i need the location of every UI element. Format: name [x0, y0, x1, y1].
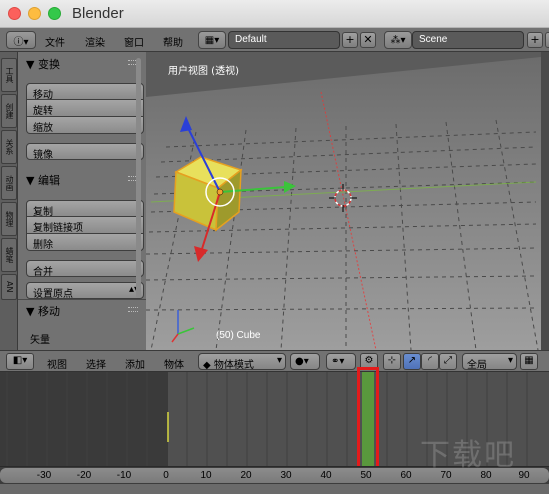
tick-label: 40	[320, 470, 332, 481]
translate-button[interactable]: 移动	[26, 83, 144, 101]
collapse-arrow-icon: ▼	[26, 305, 35, 318]
menu-select[interactable]: 选择	[86, 356, 106, 371]
collapse-arrow-icon: ▼	[26, 58, 35, 71]
mirror-button[interactable]: 镜像	[26, 143, 144, 161]
3d-viewport[interactable]: 用户视图 (透视) (50) Cube	[146, 52, 541, 350]
solid-shading-icon: ●▾	[295, 356, 309, 367]
tab-physics[interactable]: 物理	[1, 202, 17, 236]
menu-add[interactable]: 添加	[125, 356, 145, 371]
editor-type-button[interactable]: ◧▾	[6, 353, 34, 370]
scale-button[interactable]: 缩放	[26, 117, 144, 134]
layout-field[interactable]: Default	[228, 31, 340, 49]
pivot-dropdown[interactable]: ⚭▾	[326, 353, 356, 370]
screen-layout-button[interactable]: ▦▾	[198, 31, 226, 49]
section-edit[interactable]: ▼ 编辑	[22, 170, 144, 188]
cube-editor-icon: ◧▾	[12, 355, 28, 366]
section-title: 变换	[37, 58, 60, 71]
window-titlebar: Blender	[0, 0, 549, 28]
vector-label: 矢量	[30, 335, 50, 346]
section-title: 编辑	[37, 174, 60, 187]
object-origin-icon	[216, 188, 224, 196]
duplicate-button[interactable]: 复制	[26, 200, 144, 218]
tick-label: 20	[240, 470, 252, 481]
transform-axes-icon[interactable]: ⊹	[383, 353, 401, 370]
join-button[interactable]: 合并	[26, 260, 144, 278]
tab-animation[interactable]: 动画	[1, 166, 17, 200]
tab-relations[interactable]: 关系	[1, 130, 17, 164]
object-mode-icon: ◆	[203, 360, 211, 371]
tick-label: -20	[76, 470, 92, 481]
orientation-label: 全局	[467, 360, 487, 371]
tab-tools[interactable]: 工具	[1, 58, 17, 92]
duplicate-linked-button[interactable]: 复制链接项	[26, 217, 144, 234]
editor-type-button[interactable]: ⓘ▾	[6, 31, 36, 49]
pivot-point-icon: ⚭▾	[331, 356, 345, 367]
menu-view[interactable]: 视图	[47, 356, 67, 371]
watermark: 下载吧	[420, 438, 516, 473]
menu-object[interactable]: 物体	[164, 356, 184, 371]
collapse-arrow-icon: ▼	[26, 174, 35, 187]
delete-scene-icon[interactable]: ✕	[545, 32, 549, 48]
viewport-status: (50) Cube	[216, 330, 261, 341]
3d-view-header: ◧▾ 视图 选择 添加 物体 ◆ 物体模式 ▾ ●▾ ⚭▾ ⚙ ⊹ ↗ ◜ ⤢ …	[0, 350, 549, 372]
scene-selector-button[interactable]: ⁂▾	[384, 31, 412, 49]
tab-an[interactable]: AN	[1, 274, 17, 300]
delete-button[interactable]: 删除	[26, 234, 144, 251]
window-title: Blender	[72, 5, 124, 22]
tick-label: 90	[518, 470, 530, 481]
mode-label: 物体模式	[213, 360, 254, 371]
section-transform[interactable]: ▼ 变换	[22, 54, 144, 72]
panel-scrollbar[interactable]	[136, 58, 141, 298]
menu-file[interactable]: 文件	[45, 34, 65, 49]
layout-grid-icon: ▦▾	[204, 34, 220, 46]
add-scene-icon[interactable]: +	[527, 32, 543, 48]
menu-help[interactable]: 帮助	[163, 34, 183, 49]
toolshelf-tabs: 工具 创建 关系 动画 物理 蜡笔 AN	[0, 52, 18, 350]
set-origin-dropdown[interactable]: 设置原点 ▴▾	[26, 282, 144, 300]
tick-label: -30	[36, 470, 52, 481]
close-window-button[interactable]	[8, 7, 21, 20]
tick-label: 60	[400, 470, 412, 481]
scene-field[interactable]: Scene	[412, 31, 524, 49]
mode-dropdown[interactable]: ◆ 物体模式 ▾	[198, 353, 286, 371]
scene-icon: ⁂▾	[390, 34, 406, 46]
tick-label: 30	[280, 470, 292, 481]
menu-window[interactable]: 窗口	[124, 34, 144, 49]
translate-manipulator-icon[interactable]: ↗	[403, 353, 421, 370]
tick-label: 10	[200, 470, 212, 481]
properties-edge[interactable]	[541, 52, 549, 350]
layers-icon[interactable]: ▦	[520, 353, 538, 370]
highlight-annotation	[357, 367, 379, 470]
info-icon: ⓘ▾	[13, 36, 29, 48]
tool-panel: ▼ 变换 移动 旋转 缩放 镜像 ▼ 编辑 复制 复制链接项 删除 合并 设置原…	[18, 52, 146, 350]
tab-grease-pencil[interactable]: 蜡笔	[1, 238, 17, 272]
menu-render[interactable]: 渲染	[85, 34, 105, 49]
scale-manipulator-icon[interactable]: ⤢	[439, 353, 457, 370]
tick-label: -10	[116, 470, 132, 481]
info-header: ⓘ▾ 文件 渲染 窗口 帮助 ▦▾ Default + ✕ ⁂▾ Scene +…	[0, 28, 549, 52]
section-title: 移动	[37, 305, 60, 318]
delete-layout-icon[interactable]: ✕	[360, 32, 376, 48]
dropdown-arrow-icon: ▾	[276, 355, 282, 366]
dropdown-arrow-icon: ▾	[507, 355, 513, 366]
timeline-header	[0, 484, 549, 494]
drag-grip-icon[interactable]	[128, 307, 138, 312]
view-label: 用户视图 (透视)	[168, 66, 239, 77]
tick-label: 0	[163, 470, 169, 481]
divider	[18, 299, 146, 300]
maximize-window-button[interactable]	[48, 7, 61, 20]
rotate-manipulator-icon[interactable]: ◜	[421, 353, 439, 370]
rotate-button[interactable]: 旋转	[26, 100, 144, 117]
viewport-canvas[interactable]	[146, 52, 541, 350]
orientation-dropdown[interactable]: 全局 ▾	[462, 353, 517, 371]
add-layout-icon[interactable]: +	[342, 32, 358, 48]
shading-dropdown[interactable]: ●▾	[290, 353, 320, 370]
tick-label: 50	[360, 470, 372, 481]
minimize-window-button[interactable]	[28, 7, 41, 20]
tab-create[interactable]: 创建	[1, 94, 17, 128]
section-operator[interactable]: ▼ 移动	[22, 301, 144, 319]
